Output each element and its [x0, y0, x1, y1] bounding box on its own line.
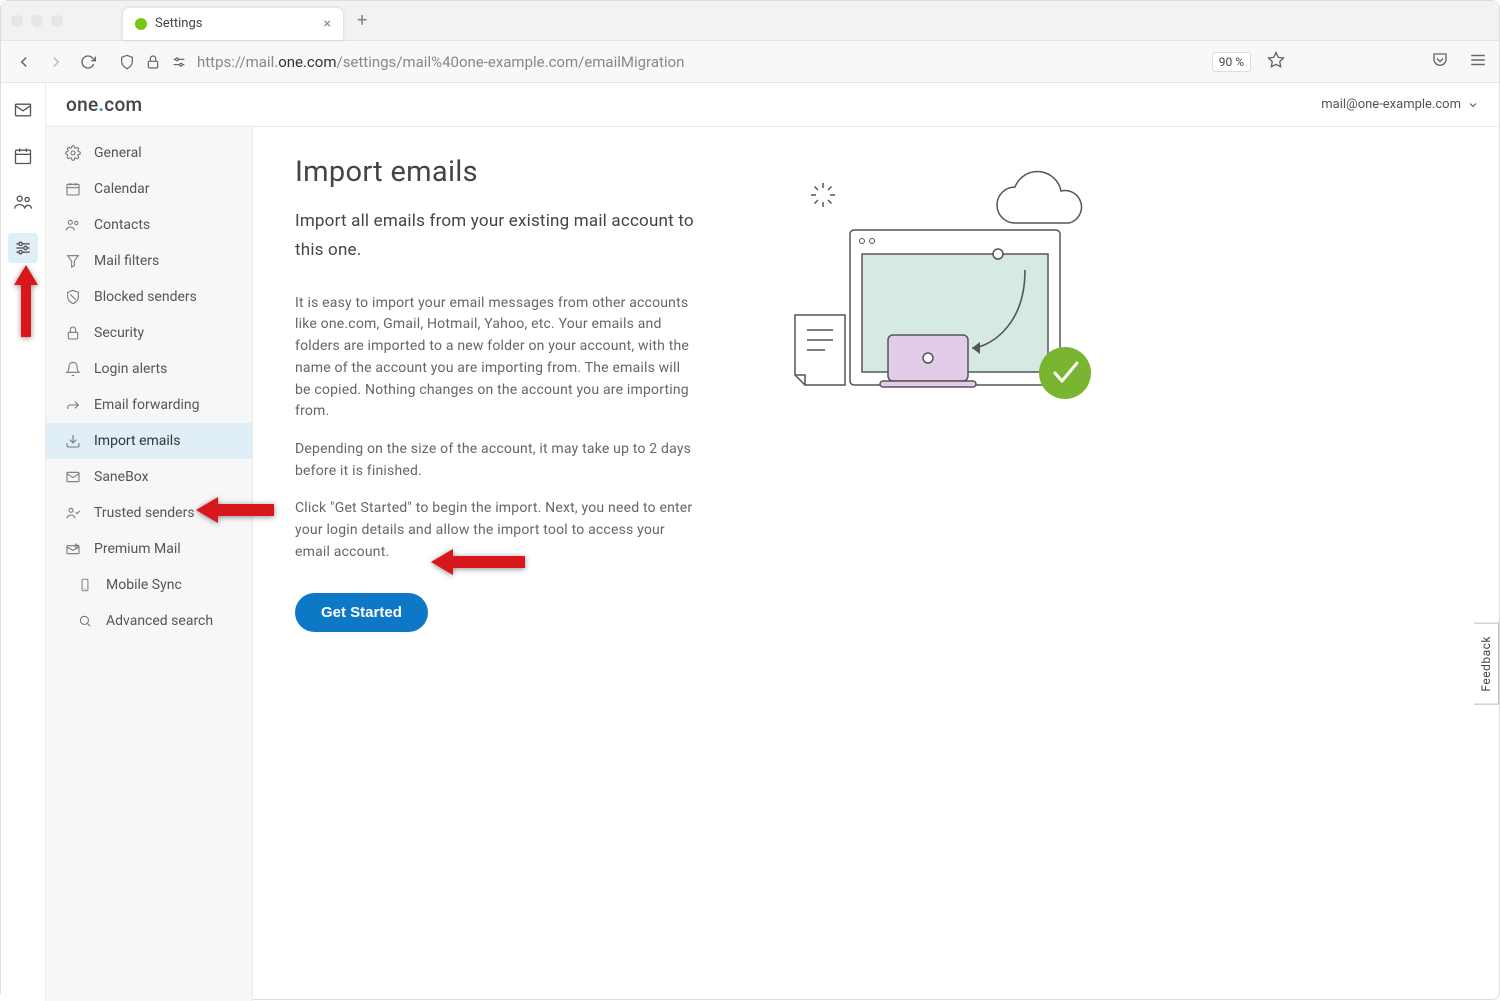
- tab-close-button[interactable]: ×: [324, 16, 331, 32]
- settings-sidebar: General Calendar Contacts Mail filters B…: [46, 127, 253, 1001]
- close-window-button[interactable]: [11, 15, 23, 27]
- trusted-icon: [64, 505, 82, 521]
- sidebar-item-label: Security: [94, 325, 144, 341]
- feedback-tab[interactable]: Feedback: [1474, 623, 1499, 705]
- sidebar-item-sanebox[interactable]: SaneBox: [46, 459, 252, 495]
- sidebar-item-import-emails[interactable]: Import emails: [46, 423, 252, 459]
- sidebar-item-blocked-senders[interactable]: Blocked senders: [46, 279, 252, 315]
- browser-toolbar: https://mail.one.com/settings/mail%40one…: [1, 41, 1499, 83]
- sidebar-item-label: Import emails: [94, 433, 180, 449]
- sidebar-item-label: Advanced search: [106, 613, 213, 629]
- sidebar-item-label: Mobile Sync: [106, 577, 182, 593]
- sidebar-item-label: General: [94, 145, 142, 161]
- annotation-arrow-button: [431, 549, 525, 579]
- bookmark-button[interactable]: [1267, 51, 1285, 73]
- shield-icon: [119, 54, 135, 70]
- tab-favicon: [135, 18, 147, 30]
- mobile-icon: [76, 578, 94, 592]
- import-illustration: [775, 165, 1135, 425]
- account-email: mail@one-example.com: [1321, 97, 1461, 112]
- sidebar-item-label: Login alerts: [94, 361, 167, 377]
- sidebar-item-security[interactable]: Security: [46, 315, 252, 351]
- sidebar-item-label: Calendar: [94, 181, 150, 197]
- sidebar-item-calendar[interactable]: Calendar: [46, 171, 252, 207]
- search-icon: [76, 614, 94, 628]
- sidebar-item-label: Email forwarding: [94, 397, 200, 413]
- sidebar-item-mobile-sync[interactable]: Mobile Sync: [46, 567, 252, 603]
- url-text: https://mail.one.com/settings/mail%40one…: [197, 53, 684, 71]
- page-title: Import emails: [295, 155, 695, 189]
- sidebar-item-general[interactable]: General: [46, 135, 252, 171]
- browser-titlebar: Settings × +: [1, 1, 1499, 41]
- annotation-arrow-sidebar: [196, 497, 274, 527]
- sidebar-item-contacts[interactable]: Contacts: [46, 207, 252, 243]
- rail-contacts-button[interactable]: [8, 187, 38, 217]
- app-header: one.com mail@one-example.com: [46, 83, 1499, 127]
- sidebar-item-label: Contacts: [94, 217, 150, 233]
- forward-button[interactable]: [45, 51, 67, 73]
- account-menu[interactable]: mail@one-example.com: [1321, 97, 1479, 112]
- minimize-window-button[interactable]: [31, 15, 43, 27]
- sidebar-item-premium-mail[interactable]: Premium Mail: [46, 531, 252, 567]
- get-started-button[interactable]: Get Started: [295, 593, 428, 632]
- app-left-rail: [1, 83, 46, 1001]
- calendar-icon: [64, 181, 82, 197]
- sidebar-item-label: Mail filters: [94, 253, 159, 269]
- browser-menu-button[interactable]: [1469, 51, 1487, 73]
- sidebar-item-advanced-search[interactable]: Advanced search: [46, 603, 252, 639]
- bell-icon: [64, 361, 82, 377]
- permissions-icon: [171, 54, 187, 70]
- envelope-icon: [64, 469, 82, 485]
- new-tab-button[interactable]: +: [357, 10, 367, 31]
- shield-icon: [64, 289, 82, 305]
- rail-settings-button[interactable]: [8, 233, 38, 263]
- filter-icon: [64, 253, 82, 269]
- lock-icon: [64, 325, 82, 341]
- annotation-arrow-rail: [14, 265, 38, 341]
- content-paragraph: It is easy to import your email messages…: [295, 293, 695, 423]
- premium-icon: [64, 541, 82, 557]
- window-controls: [11, 15, 63, 27]
- sidebar-item-login-alerts[interactable]: Login alerts: [46, 351, 252, 387]
- zoom-indicator[interactable]: 90 %: [1212, 52, 1251, 72]
- sidebar-item-label: Premium Mail: [94, 541, 181, 557]
- reload-button[interactable]: [77, 51, 99, 73]
- rail-mail-button[interactable]: [8, 95, 38, 125]
- contacts-icon: [64, 217, 82, 233]
- pocket-icon[interactable]: [1431, 51, 1449, 73]
- sidebar-item-label: SaneBox: [94, 469, 149, 485]
- gear-icon: [64, 145, 82, 161]
- forward-icon: [64, 397, 82, 413]
- chevron-down-icon: [1467, 99, 1479, 111]
- browser-tab[interactable]: Settings ×: [123, 8, 343, 40]
- page-subtitle: Import all emails from your existing mai…: [295, 207, 695, 265]
- sidebar-item-email-forwarding[interactable]: Email forwarding: [46, 387, 252, 423]
- logo[interactable]: one.com: [66, 93, 142, 116]
- address-bar[interactable]: https://mail.one.com/settings/mail%40one…: [109, 53, 1202, 71]
- import-icon: [64, 433, 82, 449]
- tab-title: Settings: [155, 16, 316, 31]
- rail-calendar-button[interactable]: [8, 141, 38, 171]
- lock-icon: [145, 54, 161, 70]
- sidebar-item-label: Blocked senders: [94, 289, 197, 305]
- content-paragraph: Depending on the size of the account, it…: [295, 439, 695, 482]
- back-button[interactable]: [13, 51, 35, 73]
- maximize-window-button[interactable]: [51, 15, 63, 27]
- sidebar-item-mail-filters[interactable]: Mail filters: [46, 243, 252, 279]
- sidebar-item-label: Trusted senders: [94, 505, 195, 521]
